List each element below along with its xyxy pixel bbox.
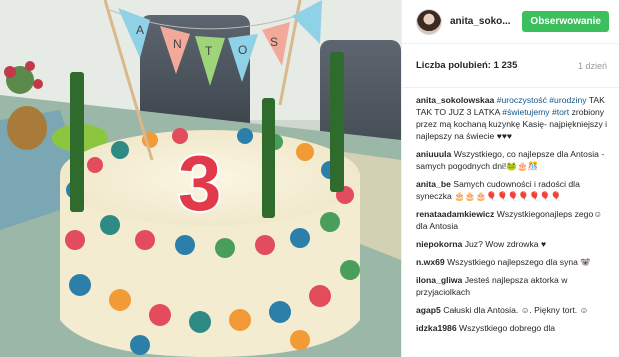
list-item: idzka1986 Wszystkiego dobrego dla — [416, 322, 609, 334]
hashtag[interactable]: #urodziny — [549, 95, 586, 105]
list-item: niepokorna Juz? Wow zdrowka ♥ — [416, 238, 609, 250]
banner-letter-3: T — [205, 44, 213, 58]
list-item: renataadamkiewicz Wszystkiegonajleps zeg… — [416, 208, 609, 232]
banner-letter-2: N — [173, 37, 182, 51]
hashtag[interactable]: #uroczystość — [497, 95, 547, 105]
post-age[interactable]: 1 dzień — [578, 61, 607, 71]
comment-username[interactable]: aniuuula — [416, 149, 451, 159]
comment-text: Juz? Wow zdrowka ♥ — [464, 239, 547, 249]
banner-letter-4: O — [238, 43, 247, 57]
avatar[interactable] — [416, 8, 442, 35]
comment-username[interactable]: n.wx69 — [416, 257, 445, 267]
vase — [7, 106, 47, 150]
sparkler-candle-middle — [262, 98, 275, 218]
banner-letter-1: A — [136, 23, 144, 37]
hashtag[interactable]: #tort — [552, 107, 569, 117]
follow-button[interactable]: Obserwowanie — [522, 11, 609, 32]
comment-username[interactable]: agap5 — [416, 305, 441, 315]
comment-username[interactable]: ilona_gliwa — [416, 275, 462, 285]
list-item: agap5 Całuski dla Antosia. ☺. Piękny tor… — [416, 304, 609, 316]
caption: anita_sokolowskaa #uroczystość #urodziny… — [416, 94, 609, 142]
comment-username[interactable]: anita_be — [416, 179, 451, 189]
comment-text: Wszystkiego dobrego dla — [459, 323, 556, 333]
comment-username[interactable]: niepokorna — [416, 239, 462, 249]
hashtag[interactable]: #świetujemy — [502, 107, 549, 117]
comment-text: Wszystkiego najlepszego dla syna 🐨 — [447, 257, 592, 267]
post-photo[interactable]: A N T O S 3 — [0, 0, 401, 357]
list-item: anita_be Samych cudowności i radości dla… — [416, 178, 609, 202]
comment-text: Całuski dla Antosia. ☺. Piękny tort. ☺ — [443, 305, 589, 315]
sparkler-candle-right — [330, 52, 344, 192]
list-item: aniuuula Wszystkiego, co najlepsze dla A… — [416, 148, 609, 172]
likes-count[interactable]: Liczba polubień: 1 235 — [416, 60, 517, 71]
post-meta: Liczba polubień: 1 235 1 dzień — [402, 44, 619, 88]
comment-username[interactable]: renataadamkiewicz — [416, 209, 494, 219]
cake-photo-illustration: A N T O S 3 — [0, 0, 401, 357]
list-item: n.wx69 Wszystkiego najlepszego dla syna … — [416, 256, 609, 268]
post-sidebar: anita_soko... Obserwowanie Liczba polubi… — [401, 0, 619, 357]
sparkler-candle-left — [70, 72, 84, 212]
instagram-post-view: A N T O S 3 anita_soko... Obserwowanie L… — [0, 0, 619, 357]
banner-letter-5: S — [270, 35, 278, 49]
number-candle: 3 — [178, 139, 221, 227]
comments-list: anita_sokolowskaa #uroczystość #urodziny… — [402, 88, 619, 334]
comment-username[interactable]: idzka1986 — [416, 323, 457, 333]
post-header: anita_soko... Obserwowanie — [402, 0, 619, 44]
author-username[interactable]: anita_soko... — [450, 16, 522, 27]
caption-username[interactable]: anita_sokolowskaa — [416, 95, 494, 105]
list-item: ilona_gliwa Jesteś najlepsza aktorka w p… — [416, 274, 609, 298]
